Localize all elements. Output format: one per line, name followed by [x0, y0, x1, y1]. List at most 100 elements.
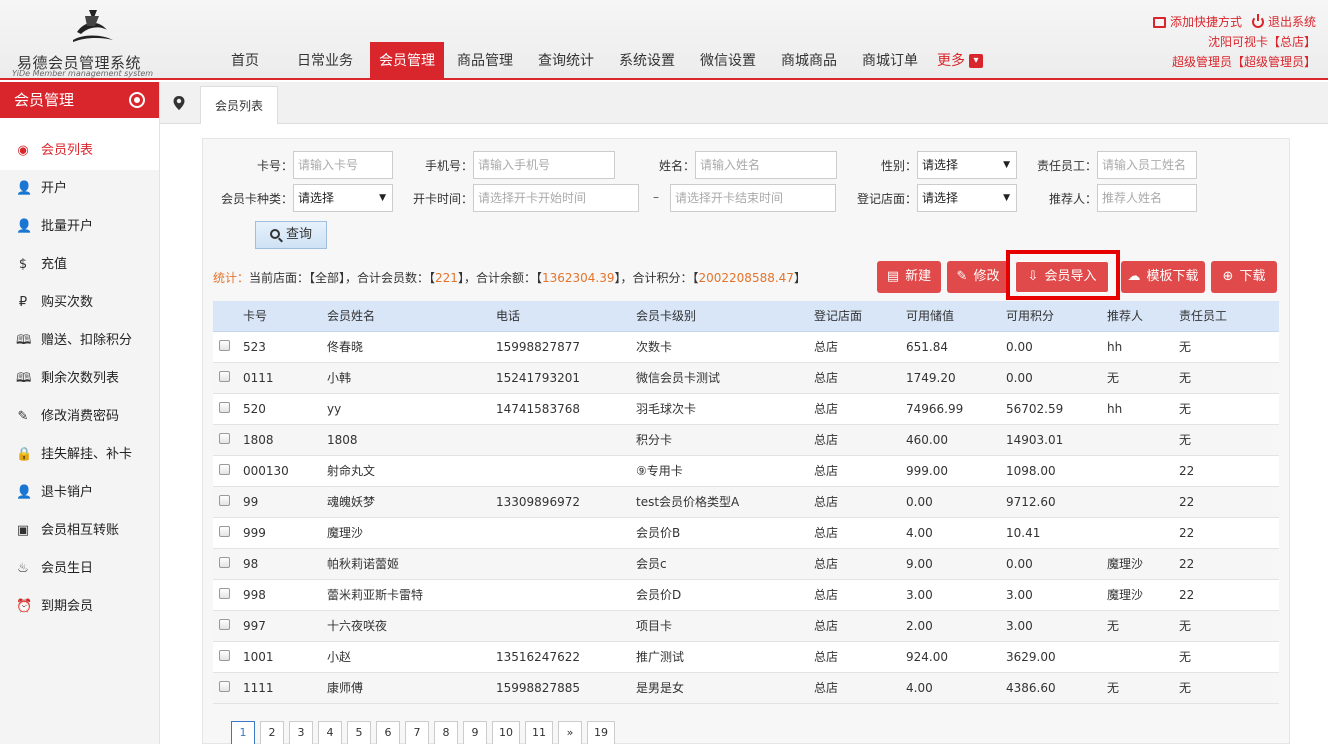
open-time-end-input[interactable] — [670, 184, 836, 212]
sidebar-item-6[interactable]: 🕮 剩余次数列表 — [0, 360, 159, 398]
current-store[interactable]: 沈阳可视卡【总店】 — [1153, 32, 1316, 52]
page-button[interactable]: 6 — [376, 721, 400, 744]
tab-bar: 会员列表 — [160, 82, 1328, 124]
nav-member-management[interactable]: 会员管理 — [370, 42, 444, 80]
page-button[interactable]: 1 — [231, 721, 255, 744]
sidebar-item-1[interactable]: 👤 开户 — [0, 170, 159, 208]
row-checkbox[interactable] — [219, 525, 230, 537]
nav-mall-orders[interactable]: 商城订单 — [850, 42, 930, 80]
gear-icon[interactable] — [129, 92, 145, 108]
nav-wechat-settings[interactable]: 微信设置 — [688, 42, 768, 80]
table-row[interactable]: 520 yy 14741583768 羽毛球次卡 总店 74966.99 56702.59 h… — [213, 393, 1279, 425]
member-list-panel: 卡号： 手机号： 姓名： 性别： 请选择▼ 责任员工： 会员卡种类： 请选择▼ … — [202, 138, 1290, 744]
phone-input[interactable] — [473, 151, 615, 179]
col-card-no[interactable]: 卡号 — [243, 301, 327, 332]
page-button[interactable]: 8 — [434, 721, 458, 744]
row-checkbox[interactable] — [219, 463, 230, 475]
col-staff[interactable]: 责任员工 — [1179, 301, 1279, 332]
nav-query-stats[interactable]: 查询统计 — [526, 42, 606, 80]
row-select-cell — [213, 424, 243, 456]
table-cell: 射命丸文 — [327, 455, 496, 487]
nav-daily-business[interactable]: 日常业务 — [280, 42, 370, 80]
name-input[interactable] — [695, 151, 837, 179]
nav-more[interactable]: 更多 ▾ — [930, 42, 990, 80]
nav-home[interactable]: 首页 — [210, 42, 280, 80]
row-checkbox[interactable] — [219, 649, 230, 661]
page-button[interactable]: 3 — [289, 721, 313, 744]
table-row[interactable]: 000130 射命丸文 ⑨专用卡 总店 999.00 1098.00 22 — [213, 455, 1279, 487]
table-row[interactable]: 1111 康师傅 15998827885 是男是女 总店 4.00 4386.60 无无 — [213, 672, 1279, 704]
tab-member-list[interactable]: 会员列表 — [200, 86, 278, 124]
col-member-name[interactable]: 会员姓名 — [327, 301, 496, 332]
table-row[interactable]: 998 蕾米莉亚斯卡雷特 会员价D 总店 3.00 3.00 魔理沙 22 — [213, 579, 1279, 611]
query-button[interactable]: 查询 — [255, 221, 327, 249]
nav-product-management[interactable]: 商品管理 — [444, 42, 526, 80]
table-cell: 000130 — [243, 455, 327, 487]
row-checkbox[interactable] — [219, 401, 230, 413]
open-time-start-input[interactable] — [473, 184, 639, 212]
table-row[interactable]: 999 魔理沙 会员价B 总店 4.00 10.41 22 — [213, 517, 1279, 549]
col-points[interactable]: 可用积分 — [1006, 301, 1107, 332]
page-button[interactable]: 7 — [405, 721, 429, 744]
col-phone[interactable]: 电话 — [496, 301, 636, 332]
page-button[interactable]: 2 — [260, 721, 284, 744]
sidebar-item-7[interactable]: ✎ 修改消费密码 — [0, 398, 159, 436]
row-checkbox[interactable] — [219, 339, 230, 351]
col-balance[interactable]: 可用储值 — [906, 301, 1006, 332]
download-button[interactable]: ⊕ 下载 — [1211, 261, 1277, 293]
row-checkbox[interactable] — [219, 432, 230, 444]
sidebar-item-3[interactable]: $ 充值 — [0, 246, 159, 284]
sidebar-item-4[interactable]: ₽ 购买次数 — [0, 284, 159, 322]
sidebar-item-0[interactable]: ◉ 会员列表 — [0, 132, 159, 170]
page-button[interactable]: 5 — [347, 721, 371, 744]
store-select[interactable]: 请选择 ▼ — [917, 184, 1017, 212]
logo[interactable]: 易德会员管理系统 YiDe Member management system — [12, 4, 162, 78]
row-checkbox[interactable] — [219, 680, 230, 692]
row-select-cell — [213, 672, 243, 704]
logout-link[interactable]: 退出系统 — [1251, 12, 1316, 32]
table-row[interactable]: 1808 1808 积分卡 总店 460.00 14903.01 无 — [213, 424, 1279, 456]
nav-mall-products[interactable]: 商城商品 — [768, 42, 850, 80]
table-row[interactable]: 99 魂魄妖梦 13309896972 test会员价格类型A 总店 0.00 9712.6… — [213, 486, 1279, 518]
table-row[interactable]: 0111 小韩 15241793201 微信会员卡测试 总店 1749.20 0.00 无无 — [213, 362, 1279, 394]
table-cell: 0.00 — [1006, 362, 1107, 394]
row-checkbox[interactable] — [219, 494, 230, 506]
col-referrer[interactable]: 推荐人 — [1107, 301, 1179, 332]
add-shortcut-link[interactable]: 添加快捷方式 — [1152, 12, 1242, 32]
search-icon — [269, 229, 280, 239]
sidebar-item-2[interactable]: 👤 批量开户 — [0, 208, 159, 246]
page-button[interactable]: 9 — [463, 721, 487, 744]
table-cell: 总店 — [814, 610, 906, 642]
sidebar-item-5[interactable]: 🕮 赠送、扣除积分 — [0, 322, 159, 360]
col-card-level[interactable]: 会员卡级别 — [636, 301, 814, 332]
page-button[interactable]: 11 — [525, 721, 553, 744]
row-checkbox[interactable] — [219, 556, 230, 568]
current-admin[interactable]: 超级管理员【超级管理员】 — [1153, 52, 1316, 72]
col-store[interactable]: 登记店面 — [814, 301, 906, 332]
table-row[interactable]: 98 帕秋莉诺蕾姬 会员c 总店 9.00 0.00 魔理沙 22 — [213, 548, 1279, 580]
staff-input[interactable] — [1097, 151, 1197, 179]
table-row[interactable]: 997 十六夜咲夜 项目卡 总店 2.00 3.00 无无 — [213, 610, 1279, 642]
gender-select[interactable]: 请选择 ▼ — [917, 151, 1017, 179]
page-button[interactable]: 19 — [587, 721, 615, 744]
sidebar-item-12[interactable]: ⏰ 到期会员 — [0, 588, 159, 626]
page-button[interactable]: » — [558, 721, 582, 744]
sidebar-item-9[interactable]: 👤 退卡销户 — [0, 474, 159, 512]
edit-button[interactable]: ✎ 修改 — [947, 261, 1009, 293]
page-button[interactable]: 10 — [492, 721, 520, 744]
sidebar-item-10[interactable]: ▣ 会员相互转账 — [0, 512, 159, 550]
new-button[interactable]: ▤ 新建 — [877, 261, 941, 293]
page-button[interactable]: 4 — [318, 721, 342, 744]
referrer-input[interactable] — [1097, 184, 1197, 212]
table-row[interactable]: 523 佟春晓 15998827877 次数卡 总店 651.84 0.00 hh 无 — [213, 331, 1279, 363]
sidebar-item-11[interactable]: ♨ 会员生日 — [0, 550, 159, 588]
table-row[interactable]: 1001 小赵 13516247622 推广测试 总店 924.00 3629.00 无 — [213, 641, 1279, 673]
template-download-button[interactable]: ☁ 模板下载 — [1121, 261, 1205, 293]
card-no-input[interactable] — [293, 151, 393, 179]
nav-system-settings[interactable]: 系统设置 — [606, 42, 688, 80]
card-type-select[interactable]: 请选择 ▼ — [293, 184, 393, 212]
sidebar-item-8[interactable]: 🔒 挂失解挂、补卡 — [0, 436, 159, 474]
row-checkbox[interactable] — [219, 370, 230, 382]
row-checkbox[interactable] — [219, 587, 230, 599]
row-checkbox[interactable] — [219, 618, 230, 630]
